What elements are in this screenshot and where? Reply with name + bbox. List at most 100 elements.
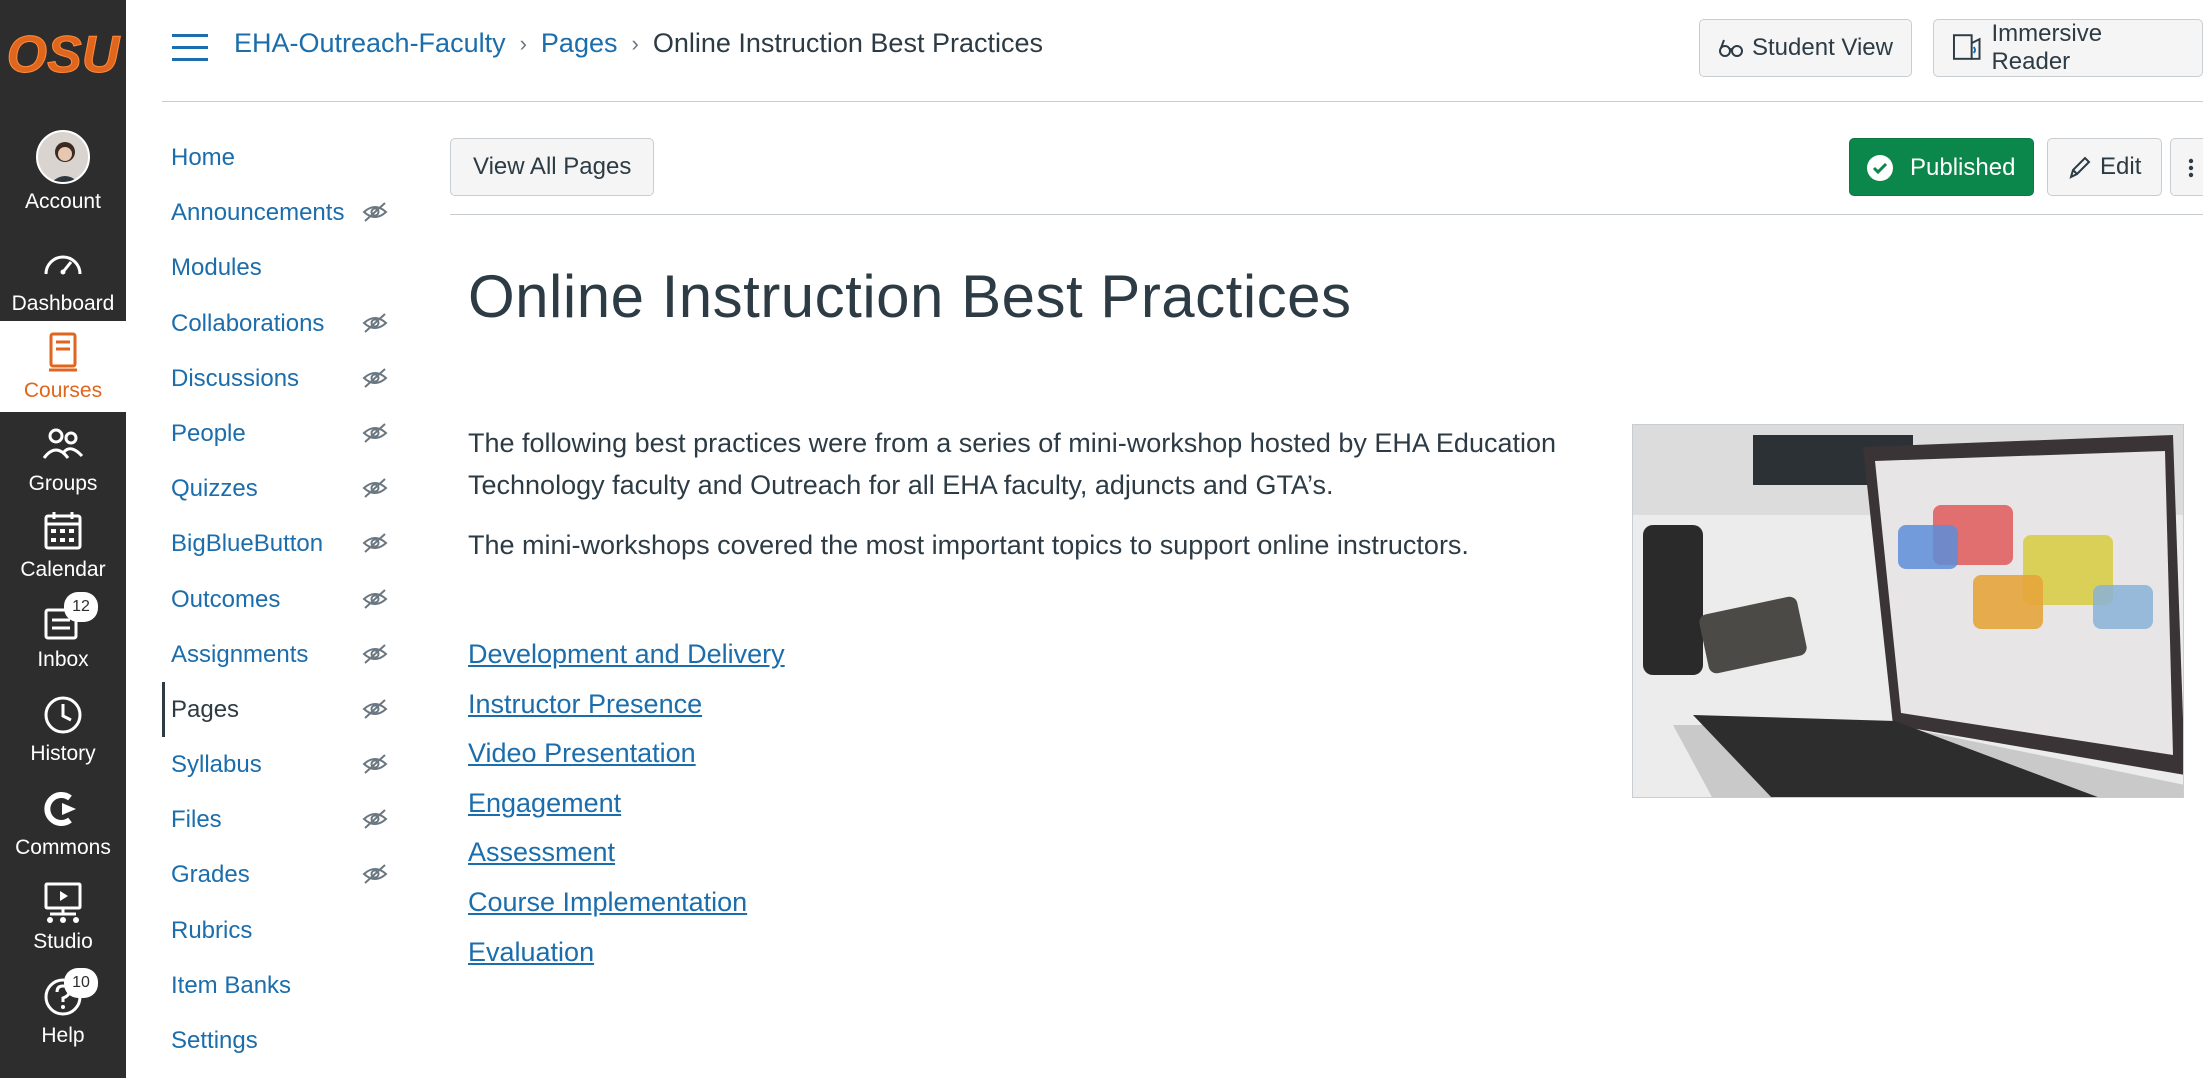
published-check-icon [1867, 155, 1893, 181]
topic-link-development-and-delivery[interactable]: Development and Delivery [468, 630, 785, 680]
groups-icon [42, 428, 84, 459]
course-nav-label: Item Banks [171, 971, 292, 999]
course-nav-label: Modules [171, 254, 262, 282]
help-badge: 10 [64, 968, 98, 998]
hamburger-menu-icon[interactable] [172, 34, 208, 62]
edit-label: Edit [2100, 153, 2142, 180]
global-nav-commons[interactable]: Commons [0, 786, 126, 860]
course-nav-label: Quizzes [171, 475, 258, 503]
course-nav-syllabus[interactable]: Syllabus [162, 737, 412, 792]
hidden-eye-icon [362, 533, 388, 554]
page-content: View All Pages Published Edit Online Ins… [450, 136, 2203, 1078]
immersive-reader-icon [1952, 34, 1981, 60]
course-nav-grades[interactable]: Grades [162, 847, 412, 902]
breadcrumb-separator-icon: › [631, 30, 639, 56]
global-nav-account[interactable]: Account [0, 130, 126, 224]
calendar-icon [44, 512, 82, 550]
global-nav-groups[interactable]: Groups [0, 422, 126, 496]
hidden-eye-icon [362, 423, 388, 443]
topic-link-evaluation[interactable]: Evaluation [468, 928, 785, 978]
global-nav-help[interactable]: Help 10 [0, 968, 126, 1048]
breadcrumb-separator-icon: › [519, 30, 527, 56]
inbox-unread-badge: 12 [64, 592, 98, 622]
svg-text:OSU: OSU [7, 26, 121, 84]
hidden-eye-icon [362, 864, 388, 885]
laptop-chat-bubbles-image [1632, 424, 2184, 798]
course-nav-pages[interactable]: Pages [162, 681, 412, 738]
course-nav-settings[interactable]: Settings [162, 1013, 412, 1068]
course-nav-home[interactable]: Home [162, 130, 412, 185]
toolbar-divider [450, 214, 2203, 215]
hidden-eye-icon [362, 754, 388, 774]
history-icon [44, 696, 82, 734]
course-nav-label: Files [171, 806, 222, 834]
course-nav-modules[interactable]: Modules [162, 240, 412, 295]
topic-link-engagement[interactable]: Engagement [468, 779, 785, 829]
intro-paragraph: The following best practices were from a… [468, 428, 1557, 500]
course-nav-item-banks[interactable]: Item Banks [162, 958, 412, 1013]
pencil-icon [2069, 156, 2091, 179]
topic-link-course-implementation[interactable]: Course Implementation [468, 878, 785, 928]
student-view-label: Student View [1752, 34, 1893, 61]
course-nav-label: Rubrics [171, 916, 253, 944]
course-nav-outcomes[interactable]: Outcomes [162, 572, 412, 627]
immersive-reader-label: Immersive Reader [1991, 20, 2103, 75]
avatar [36, 130, 90, 184]
global-navigation: OSU Account Dashboard Courses Groups Cal… [0, 0, 126, 1078]
course-nav-rubrics[interactable]: Rubrics [162, 903, 412, 958]
global-nav-dashboard[interactable]: Dashboard [0, 242, 126, 316]
course-nav-label: Collaborations [171, 309, 325, 337]
course-nav-label: Announcements [171, 199, 345, 227]
global-nav-calendar-label: Calendar [20, 558, 106, 581]
course-nav-bigbluebutton[interactable]: BigBlueButton [162, 516, 412, 571]
global-nav-courses-label: Courses [23, 379, 103, 402]
breadcrumb-current-page: Online Instruction Best Practices [652, 28, 1043, 58]
osu-logo[interactable]: OSU [0, 20, 126, 90]
global-nav-inbox[interactable]: Inbox 12 [0, 592, 126, 672]
breadcrumb-course[interactable]: EHA-Outreach-Faculty [234, 28, 506, 59]
breadcrumb-pages[interactable]: Pages [541, 28, 618, 59]
course-nav-label: BigBlueButton [171, 530, 324, 558]
course-nav-people[interactable]: People [162, 406, 412, 461]
global-nav-groups-label: Groups [28, 472, 98, 495]
commons-icon [44, 792, 76, 826]
course-nav-label: Pages [171, 695, 240, 723]
hidden-eye-icon [362, 368, 388, 388]
global-nav-studio[interactable]: Studio [0, 880, 126, 954]
global-nav-help-label: Help [41, 1024, 85, 1047]
course-nav-assignments[interactable]: Assignments [162, 627, 412, 682]
topic-link-video-presentation[interactable]: Video Presentation [468, 729, 785, 779]
topic-link-assessment[interactable]: Assessment [468, 828, 785, 878]
topic-link-instructor-presence[interactable]: Instructor Presence [468, 680, 785, 730]
global-nav-history[interactable]: History [0, 692, 126, 766]
edit-button[interactable]: Edit [2047, 138, 2163, 196]
kebab-menu-icon [2188, 158, 2194, 178]
course-nav-label: Discussions [171, 364, 300, 392]
global-nav-calendar[interactable]: Calendar [0, 508, 126, 582]
immersive-reader-button[interactable]: Immersive Reader [1933, 19, 2203, 77]
courses-icon [49, 332, 77, 372]
course-nav-announcements[interactable]: Announcements [162, 185, 412, 240]
page-title: Online Instruction Best Practices [468, 263, 1352, 330]
course-nav-files[interactable]: Files [162, 792, 412, 847]
course-nav-quizzes[interactable]: Quizzes [162, 461, 412, 516]
breadcrumb: EHA-Outreach-Faculty › Pages › Online In… [234, 28, 1043, 59]
course-nav-discussions[interactable]: Discussions [162, 351, 412, 406]
topics-paragraph: The mini-workshops covered the most impo… [468, 530, 1469, 560]
more-options-button[interactable] [2170, 138, 2203, 196]
course-nav-label: Syllabus [171, 751, 262, 779]
published-button[interactable]: Published [1849, 138, 2035, 196]
hidden-eye-icon [362, 202, 388, 222]
global-nav-studio-label: Studio [33, 930, 93, 953]
global-nav-account-label: Account [25, 190, 101, 213]
hidden-eye-icon [362, 312, 388, 333]
student-view-button[interactable]: Student View [1699, 19, 1912, 77]
studio-icon [44, 882, 82, 923]
global-nav-courses[interactable]: Courses [0, 321, 126, 412]
topic-links: Development and Delivery Instructor Prese… [468, 630, 785, 977]
course-nav-collaborations[interactable]: Collaborations [162, 296, 412, 351]
course-navigation: Home Announcements Modules Collaborations Di… [162, 130, 412, 1068]
view-all-pages-button[interactable]: View All Pages [450, 138, 655, 196]
course-nav-label: Settings [171, 1027, 258, 1054]
global-nav-inbox-label: Inbox [37, 648, 89, 671]
